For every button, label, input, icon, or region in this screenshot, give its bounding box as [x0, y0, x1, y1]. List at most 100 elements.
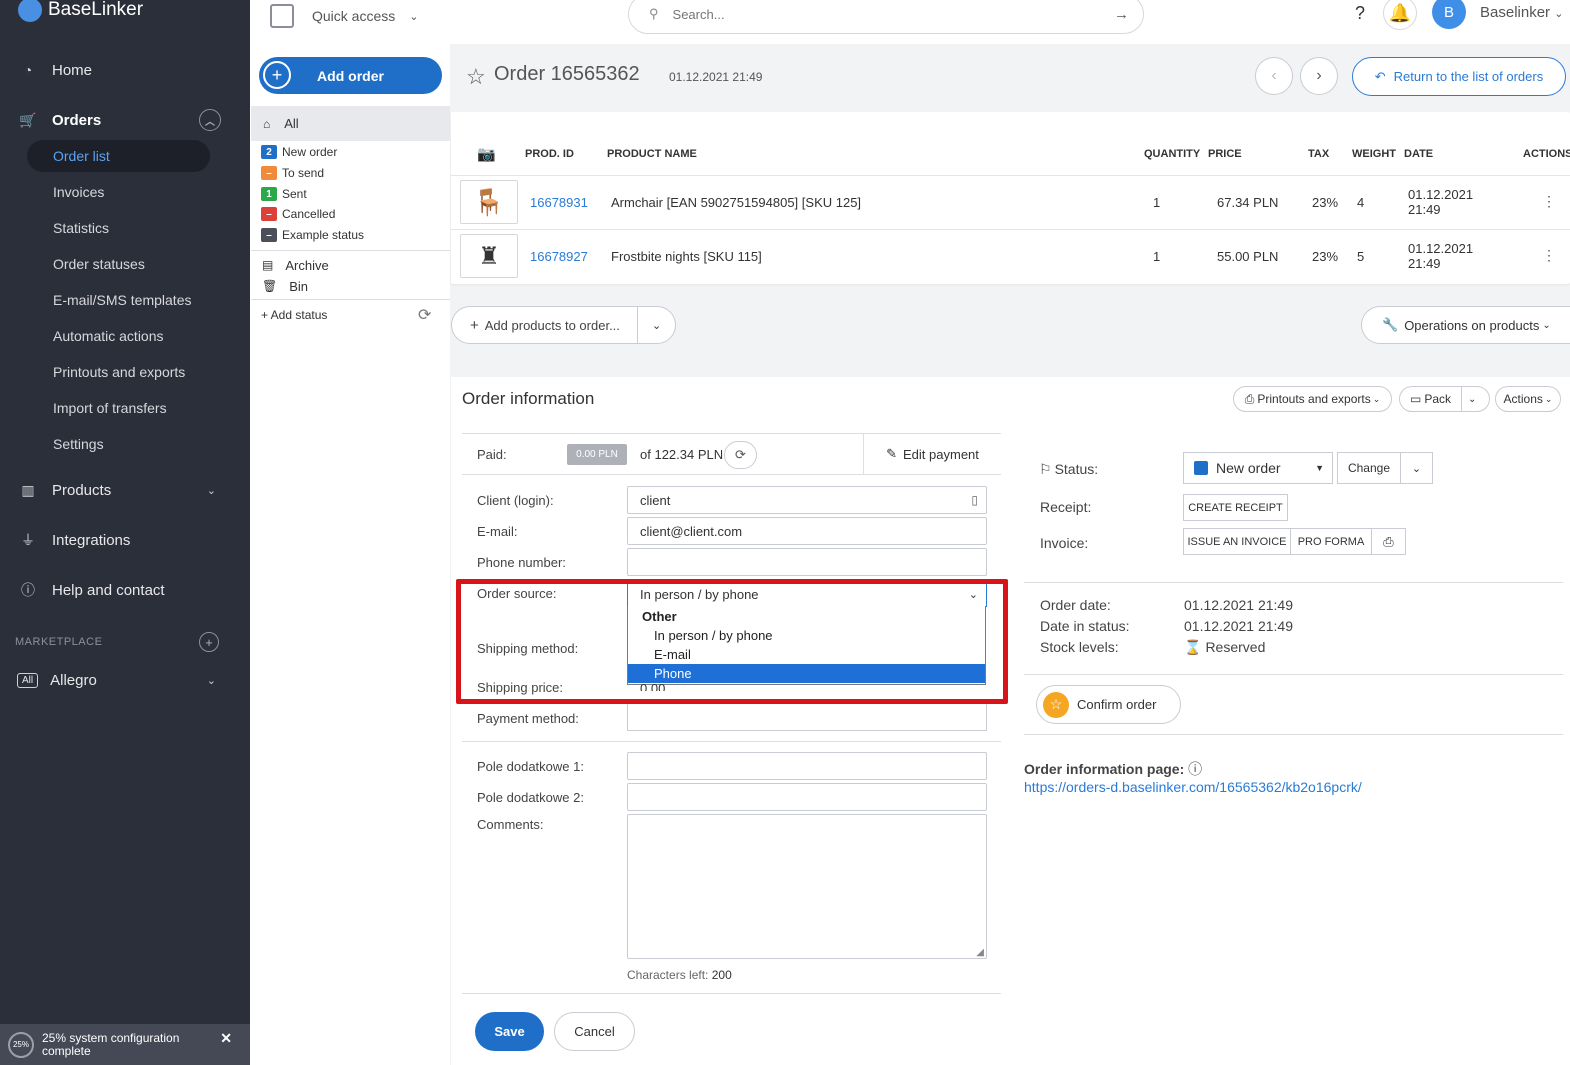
status-label: To send [282, 166, 325, 180]
divider [1024, 582, 1563, 583]
status-new-order[interactable]: 2 New order [261, 142, 337, 162]
nav-order-statuses[interactable]: Order statuses [27, 248, 210, 280]
help-icon[interactable]: ? [1343, 0, 1377, 30]
refresh-payment-button[interactable]: ⟳ [724, 441, 757, 469]
add-products-label-wrap[interactable]: + Add products to order... [452, 307, 639, 343]
nav-allegro[interactable]: All Allegro ⌄ [0, 664, 250, 696]
email-field[interactable]: client@client.com [627, 517, 987, 545]
phone-field[interactable] [627, 548, 987, 576]
reply-arrow-icon: ↶ [1374, 68, 1386, 84]
nav-order-list-label: Order list [53, 148, 110, 164]
nav-products[interactable]: ▥ Products ⌄ [0, 474, 250, 506]
nav-invoices[interactable]: Invoices [27, 176, 210, 208]
add-marketplace-icon[interactable]: + [199, 632, 219, 652]
create-receipt-button[interactable]: CREATE RECEIPT [1183, 494, 1288, 521]
system-config-banner[interactable]: 25% 25% system configuration complete ✕ [0, 1024, 250, 1065]
nav-order-list[interactable]: Order list [27, 140, 210, 172]
search-input[interactable] [672, 6, 1073, 22]
refresh-icon[interactable]: ⟳ [418, 305, 431, 325]
email-value: client@client.com [640, 523, 743, 539]
contact-card-icon[interactable]: ▯ [971, 493, 978, 507]
save-button[interactable]: Save [475, 1012, 544, 1051]
nav-import-transfers[interactable]: Import of transfers [27, 392, 210, 424]
printouts-exports-button[interactable]: ⎙ Printouts and exports ⌄ [1233, 386, 1392, 412]
next-order-button[interactable]: › [1300, 57, 1338, 95]
nav-help-label: Help and contact [52, 581, 165, 599]
stock-levels-value: ⌛ Reserved [1184, 639, 1265, 656]
nav-automatic-actions[interactable]: Automatic actions [27, 320, 210, 352]
add-order-button[interactable]: + Add order [259, 57, 442, 94]
search-bar[interactable]: ⚲ → [628, 0, 1144, 34]
pro-forma-button[interactable]: PRO FORMA [1290, 528, 1372, 555]
nav-integrations[interactable]: ⏚ Integrations [0, 524, 250, 556]
issue-invoice-button[interactable]: ISSUE AN INVOICE [1183, 528, 1291, 555]
product-id-link[interactable]: 16678931 [530, 195, 588, 210]
more-vertical-icon[interactable]: ⋮ [1542, 193, 1556, 210]
operations-on-products-button[interactable]: 🔧 Operations on products ⌄ [1361, 306, 1570, 344]
status-archive[interactable]: ▤ Archive [262, 255, 329, 275]
extra-field-1[interactable] [627, 752, 987, 780]
add-status-link[interactable]: + Add status [261, 308, 327, 322]
resize-handle-icon[interactable]: ◢ [976, 947, 984, 958]
nav-home[interactable]: ◔ Home [0, 54, 250, 86]
comments-textarea[interactable]: ◢ [627, 814, 987, 959]
extra-field-2[interactable] [627, 783, 987, 811]
help-icon[interactable]: ⓘ [1188, 761, 1202, 777]
status-count-badge: – [261, 207, 277, 221]
printer-icon[interactable]: ⎙ [1371, 528, 1406, 555]
nav-printouts-exports[interactable]: Printouts and exports [27, 356, 210, 388]
product-price[interactable]: 67.34 PLN [1217, 195, 1278, 210]
prev-order-button[interactable]: ‹ [1255, 57, 1293, 95]
status-example[interactable]: – Example status [261, 225, 364, 245]
arrow-right-icon[interactable]: → [1114, 6, 1129, 23]
nav-email-sms-templates[interactable]: E-mail/SMS templates [27, 284, 210, 316]
logo[interactable]: BaseLinker [18, 0, 143, 28]
status-to-send[interactable]: – To send [261, 163, 324, 183]
chevron-down-icon[interactable]: ⌄ [638, 319, 675, 332]
change-status-button[interactable]: Change [1337, 452, 1401, 484]
username[interactable]: Baselinker ⌄ [1480, 4, 1563, 21]
status-all[interactable]: ⌂ All [251, 106, 450, 141]
chevron-down-icon[interactable]: ⌄ [1468, 394, 1476, 405]
nav-settings[interactable]: Settings [27, 428, 210, 460]
close-icon[interactable]: ✕ [220, 1030, 232, 1047]
quick-access[interactable]: Quick access ⌄ [270, 4, 418, 28]
return-to-list-button[interactable]: ↶ Return to the list of orders [1352, 57, 1566, 96]
product-thumbnail[interactable]: 🪑 [460, 180, 518, 224]
product-qty[interactable]: 1 [1153, 195, 1160, 210]
cancel-button[interactable]: Cancel [554, 1012, 635, 1051]
order-info-page-link[interactable]: https://orders-d.baselinker.com/16565362… [1024, 779, 1362, 795]
star-icon[interactable]: ☆ [466, 64, 486, 90]
nav-orders[interactable]: 🛒 Orders ︿ [0, 104, 250, 136]
status-sent[interactable]: 1 Sent [261, 184, 307, 204]
marketplace-label: MARKETPLACE [15, 636, 103, 648]
more-vertical-icon[interactable]: ⋮ [1542, 247, 1556, 264]
table-row[interactable]: ♜ 16678927 Frostbite nights [SKU 115] 1 … [451, 229, 1570, 283]
nav-statistics[interactable]: Statistics [27, 212, 210, 244]
payment-method-field[interactable] [627, 704, 987, 731]
bell-icon[interactable]: 🔔 [1383, 0, 1417, 30]
product-qty[interactable]: 1 [1153, 249, 1160, 264]
pack-label: Pack [1424, 392, 1452, 406]
actions-button[interactable]: Actions ⌄ [1495, 386, 1561, 412]
edit-payment-button[interactable]: ✎ Edit payment [863, 434, 1001, 474]
status-bin[interactable]: 🗑 Bin [262, 276, 308, 296]
panel-toggle-icon[interactable] [270, 4, 294, 28]
pack-button[interactable]: ▭ Pack ⌄ [1399, 386, 1490, 412]
shipping-price-value[interactable]: 0.00 [640, 681, 665, 691]
collapse-orders-icon[interactable]: ︿ [199, 109, 221, 131]
logo-icon [18, 0, 42, 22]
shipping-price-label: Shipping price: [477, 680, 563, 695]
product-thumbnail[interactable]: ♜ [460, 234, 518, 278]
confirm-order-button[interactable]: ☆ Confirm order [1036, 685, 1181, 724]
product-id-link[interactable]: 16678927 [530, 249, 588, 264]
avatar[interactable]: B [1432, 0, 1466, 29]
status-select[interactable]: New order ▼ [1183, 452, 1333, 484]
nav-help[interactable]: ⓘ Help and contact [0, 574, 250, 606]
product-price[interactable]: 55.00 PLN [1217, 249, 1278, 264]
table-row[interactable]: 🪑 16678931 Armchair [EAN 5902751594805] … [451, 175, 1570, 229]
add-products-button[interactable]: + Add products to order... ⌄ [451, 306, 676, 344]
chevron-down-icon[interactable]: ⌄ [1400, 452, 1433, 484]
client-login-field[interactable]: client ▯ [627, 486, 987, 514]
status-cancelled[interactable]: – Cancelled [261, 204, 335, 224]
